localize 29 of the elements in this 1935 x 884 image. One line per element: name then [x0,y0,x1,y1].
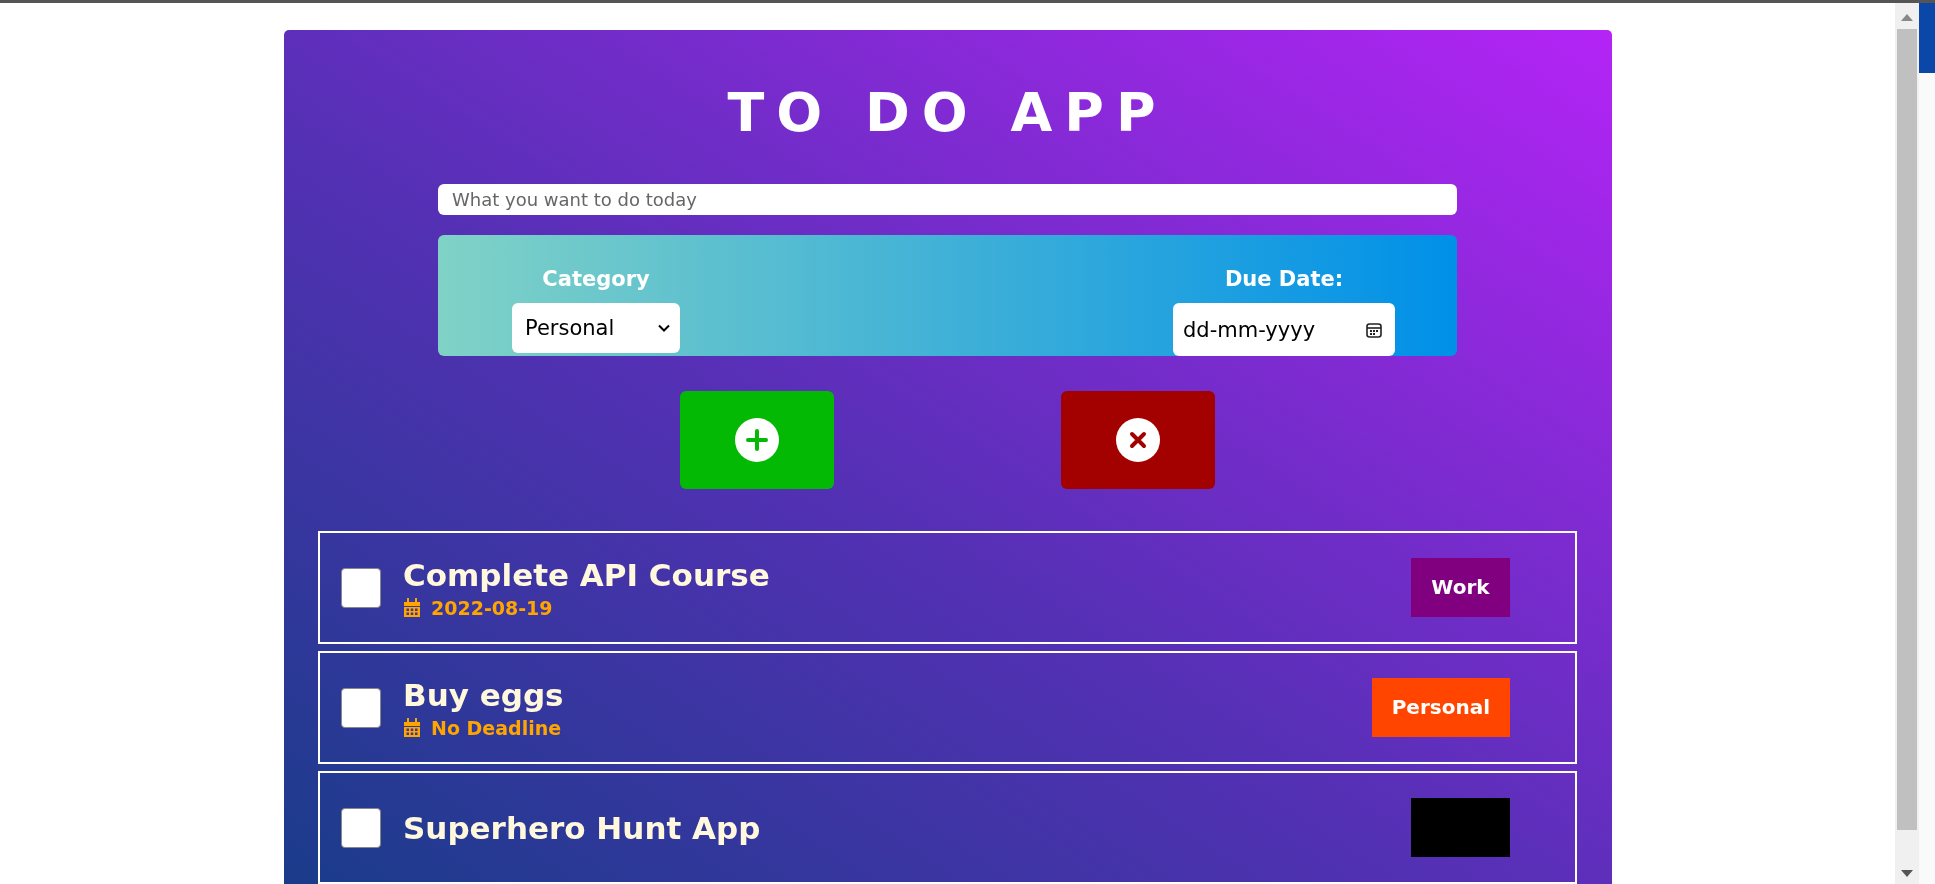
chevron-icon [658,324,670,332]
calendar-icon [403,717,421,738]
todo-date: 2022-08-19 [431,596,553,619]
todo-title: Superhero Hunt App [403,809,762,846]
calendar-icon [1365,320,1383,339]
side-panel-edge [1919,3,1935,73]
category-label: Category [542,267,650,291]
calendar-icon [403,597,421,618]
todo-title: Complete API Course [403,556,771,593]
category-select[interactable]: Personal [512,303,680,353]
todo-checkbox[interactable] [341,687,381,728]
add-button[interactable] [680,391,834,489]
todo-checkbox[interactable] [341,807,381,848]
plus-icon [735,418,779,462]
due-date-field[interactable]: dd-mm-yyyy [1173,303,1395,356]
task-input[interactable]: What you want to do today [438,184,1457,215]
due-date-label: Due Date: [1224,267,1344,291]
scrollbar-thumb[interactable] [1897,29,1917,830]
app-title: TO DO APP [727,82,1168,144]
clear-button[interactable] [1061,391,1215,489]
category-tag: Personal [1371,678,1510,737]
todo-title: Buy eggs [403,676,565,713]
todo-date: No Deadline [431,716,562,739]
todo-checkbox[interactable] [341,567,381,608]
category-tag: Work [1411,558,1510,617]
scroll-up-icon[interactable] [1901,13,1913,21]
scrollbar[interactable] [1895,3,1919,884]
scroll-down-icon[interactable] [1901,870,1913,878]
close-icon [1116,418,1160,462]
